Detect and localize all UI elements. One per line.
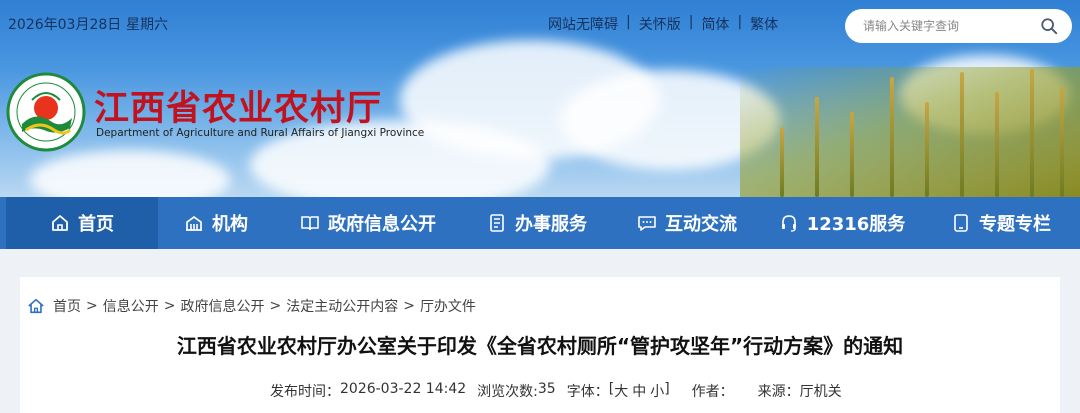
breadcrumb: 首页 > 信息公开 > 政府信息公开 > 法定主动公开内容 > 厅办文件 (27, 296, 476, 316)
nav-item-12316[interactable]: 12316服务 (762, 197, 922, 249)
nav-item-services[interactable]: 办事服务 (462, 197, 612, 249)
book-icon (301, 216, 319, 231)
document-icon (490, 214, 504, 232)
source-label: 来源： (757, 384, 800, 400)
nav-item-home[interactable]: 首页 (6, 197, 158, 249)
nav-item-gov-info[interactable]: 政府信息公开 (274, 197, 462, 249)
search-input[interactable] (863, 19, 1038, 33)
view-count: 35 (537, 381, 556, 397)
font-small-button[interactable]: 小 (650, 381, 664, 401)
nav-label: 政府信息公开 (328, 214, 436, 235)
site-subtitle: Department of Agriculture and Rural Affa… (96, 127, 425, 139)
breadcrumb-arrow: > (86, 298, 98, 314)
nav-item-organization[interactable]: 机构 (158, 197, 274, 249)
breadcrumb-gov-info-open[interactable]: 政府信息公开 (180, 296, 264, 316)
views-label: 浏览次数: (477, 384, 538, 400)
font-large-button[interactable]: 大 (614, 381, 628, 401)
breadcrumb-info-open[interactable]: 信息公开 (103, 296, 159, 316)
current-date: 2026年03月28日 (8, 17, 122, 33)
font-size-label: 字体： (566, 384, 609, 400)
source-value: 厅机关 (799, 384, 842, 400)
font-size-bracket: ] (664, 381, 670, 397)
search-icon[interactable] (1040, 17, 1058, 35)
breadcrumb-home[interactable]: 首页 (53, 296, 81, 316)
home-icon[interactable] (27, 297, 45, 315)
breadcrumb-arrow: > (269, 298, 282, 314)
link-separator: | (737, 14, 743, 30)
headset-icon (781, 215, 796, 232)
department-logo[interactable] (6, 72, 86, 152)
article-meta: 发布时间： 2026-03-22 14:42 浏览次数: 35 字体： [ 大 … (270, 381, 842, 401)
nav-label: 12316服务 (806, 214, 906, 235)
traditional-chinese-link[interactable]: 繁体 (750, 14, 778, 34)
home-icon (52, 215, 68, 231)
nav-label: 机构 (212, 214, 248, 235)
author-label: 作者： (691, 384, 734, 400)
link-separator: | (688, 14, 694, 30)
author-value (734, 381, 758, 401)
breadcrumb-statutory-content[interactable]: 法定主动公开内容 (286, 296, 398, 316)
site-header: 2026年03月28日 星期六 网站无障碍 | 关怀版 | 简体 | 繁体 江西… (0, 0, 1080, 197)
current-weekday: 星期六 (126, 17, 168, 33)
tablet-icon (954, 214, 968, 232)
site-title: 江西省农业农村厅 (94, 88, 383, 129)
building-icon (186, 215, 202, 231)
article-container: 首页 > 信息公开 > 政府信息公开 > 法定主动公开内容 > 厅办文件 江西省… (20, 277, 1060, 413)
breadcrumb-arrow: > (163, 298, 176, 314)
chat-icon (638, 216, 656, 231)
breadcrumb-office-documents[interactable]: 厅办文件 (420, 296, 476, 316)
publish-time-label: 发布时间： (270, 384, 340, 400)
breadcrumb-arrow: > (403, 298, 415, 314)
nav-label: 首页 (78, 214, 114, 235)
rice-field-decoration (740, 67, 1080, 197)
search-box (845, 9, 1072, 43)
publish-time: 2026-03-22 14:42 (340, 381, 467, 397)
font-medium-button[interactable]: 中 (632, 381, 646, 401)
simplified-chinese-link[interactable]: 简体 (701, 14, 729, 34)
nav-item-interaction[interactable]: 互动交流 (612, 197, 762, 249)
nav-label: 办事服务 (515, 214, 587, 235)
care-mode-link[interactable]: 关怀版 (639, 14, 681, 34)
nav-label: 互动交流 (665, 214, 737, 235)
article-title: 江西省农业农村厅办公室关于印发《全省农村厕所“管护攻坚年”行动方案》的通知 (176, 334, 904, 358)
top-links: 网站无障碍 | 关怀版 | 简体 | 繁体 (548, 14, 778, 34)
accessibility-link[interactable]: 网站无障碍 (548, 14, 618, 34)
main-navigation: 首页 机构 政府信息公开 办事服务 互动交流 12316服务 专题专栏 (0, 197, 1080, 249)
nav-label: 专题专栏 (979, 214, 1051, 235)
nav-item-special-topics[interactable]: 专题专栏 (922, 197, 1080, 249)
link-separator: | (626, 14, 631, 30)
cloud-decoration (30, 150, 230, 197)
